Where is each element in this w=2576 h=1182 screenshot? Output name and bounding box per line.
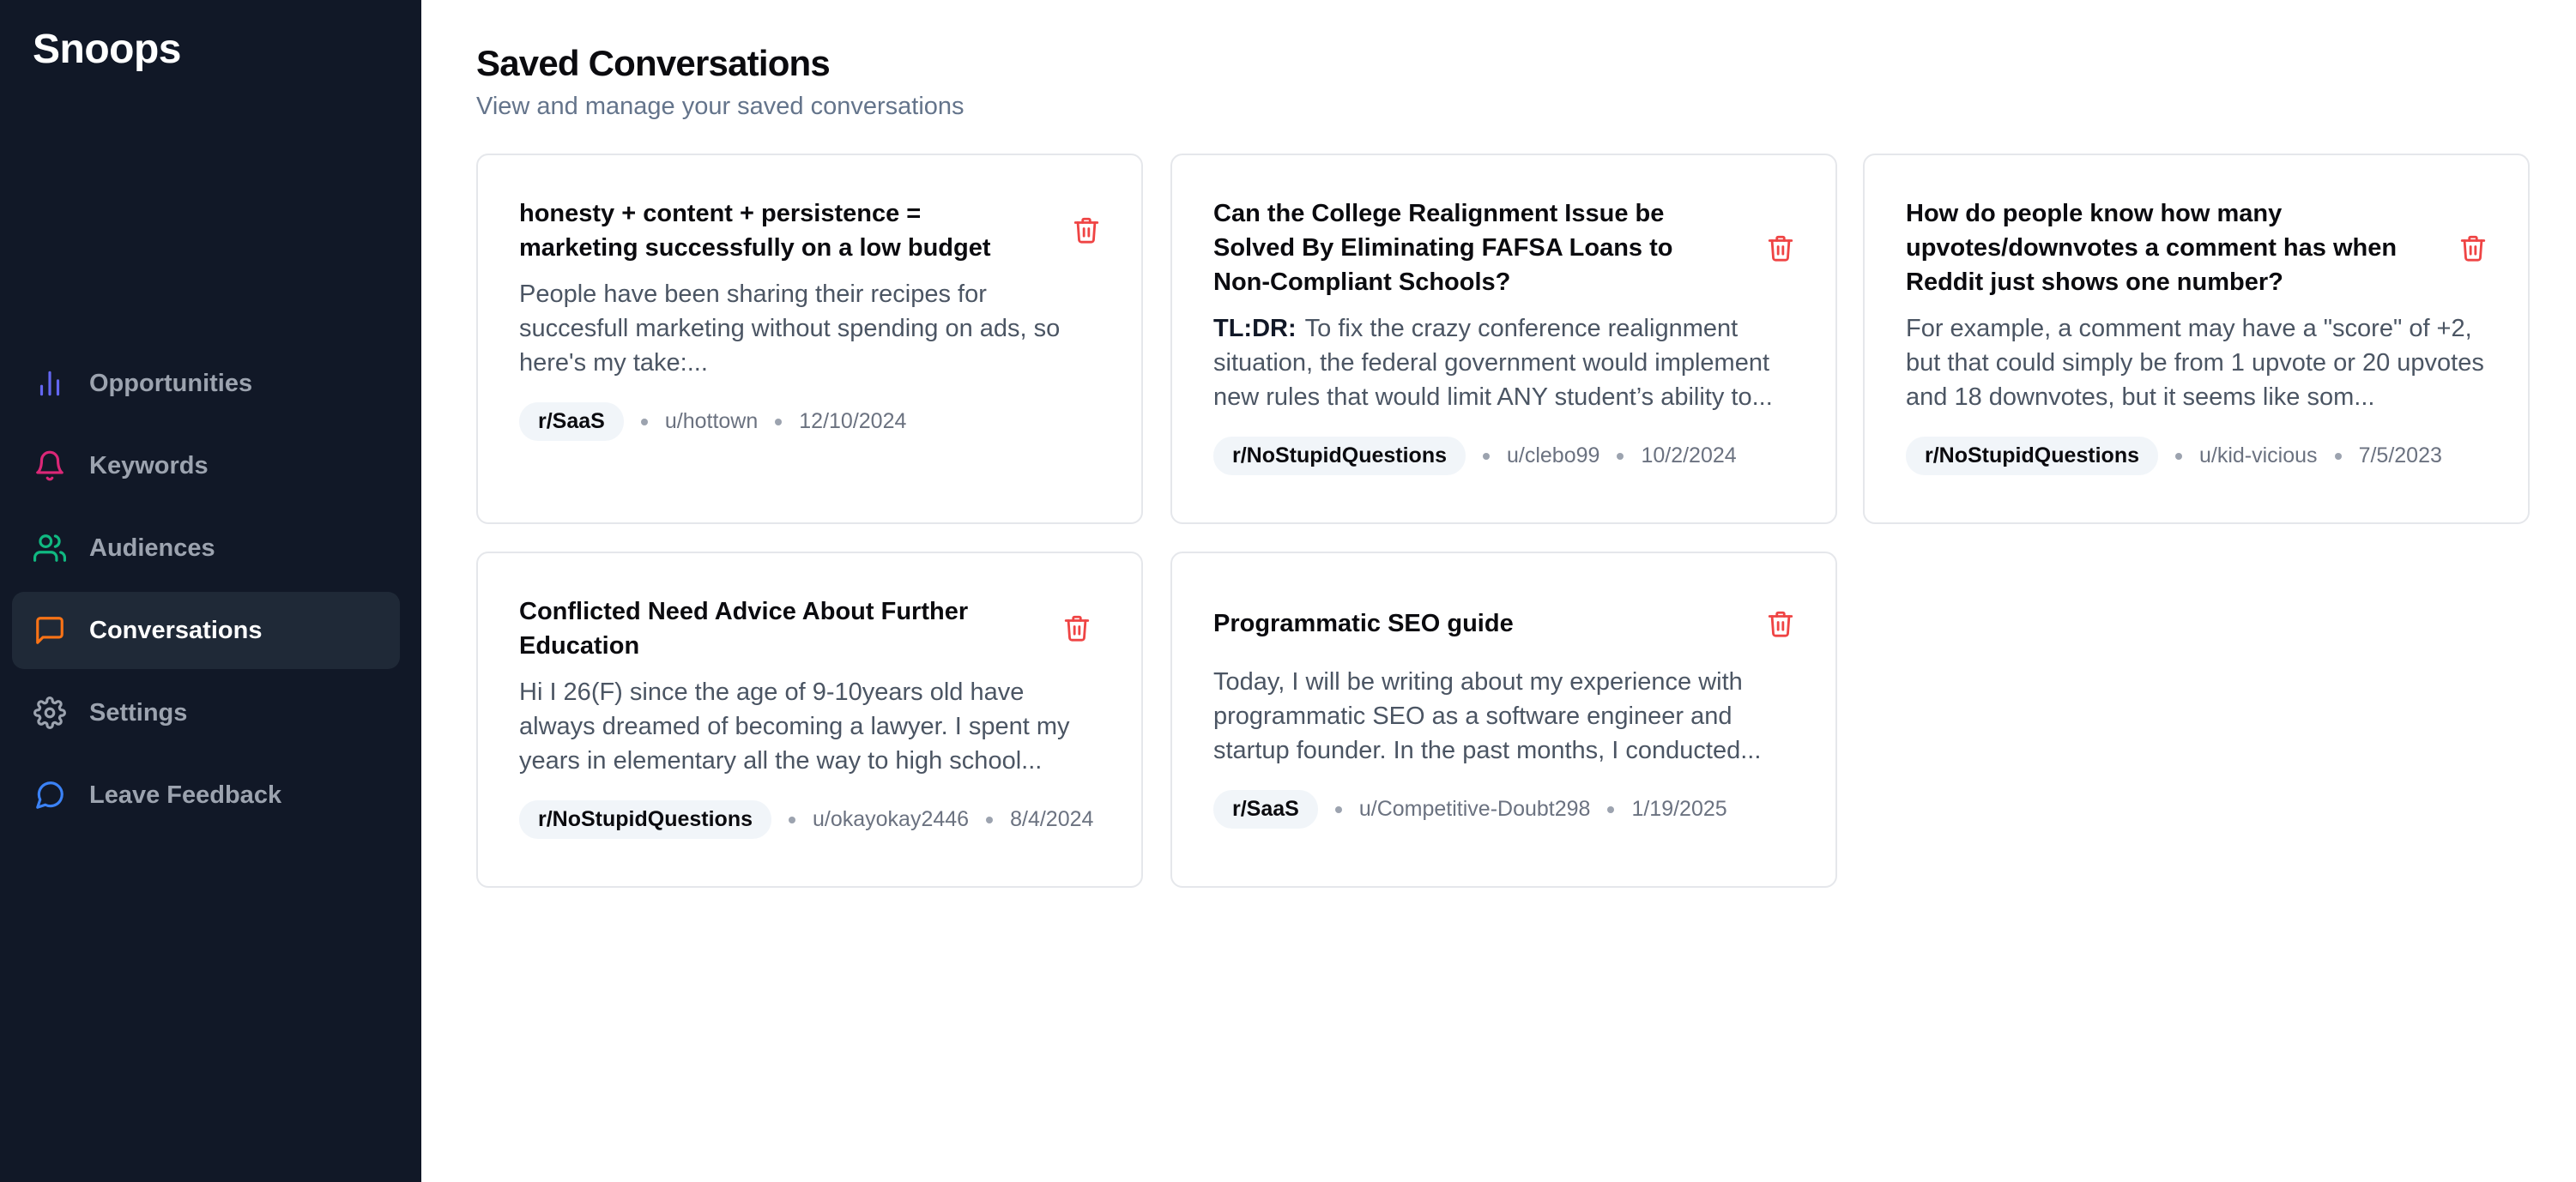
conversation-meta: r/NoStupidQuestions u/clebo99 10/2/2024 [1213,437,1794,475]
conversation-card[interactable]: How do people know how many upvotes/down… [1863,154,2530,524]
post-date: 7/5/2023 [2358,443,2442,467]
sidebar-item-keywords[interactable]: Keywords [12,427,400,504]
conversation-meta: r/NoStupidQuestions u/okayokay2446 8/4/2… [519,800,1100,839]
delete-button[interactable] [1763,231,1798,265]
conversation-card[interactable]: Conflicted Need Advice About Further Edu… [476,552,1143,888]
trash-icon [1073,217,1099,244]
subreddit-badge[interactable]: r/SaaS [519,402,624,441]
post-date: 12/10/2024 [799,409,907,433]
trash-icon [2460,235,2486,262]
sidebar: Snoops Opportunities Keywords Audiences … [0,0,421,1182]
sidebar-item-label: Keywords [89,451,209,479]
gear-icon [33,696,67,730]
brand-logo[interactable]: Snoops [33,26,182,73]
delete-button[interactable] [1060,611,1094,645]
conversation-card[interactable]: Can the College Realignment Issue be Sol… [1170,154,1837,524]
post-date: 10/2/2024 [1641,443,1737,467]
conversation-snippet-text: For example, a comment may have a "score… [1906,315,2484,411]
conversation-snippet-text: Hi I 26(F) since the age of 9-10years ol… [519,678,1070,775]
sidebar-item-label: Audiences [89,534,215,562]
main-content: Saved Conversations View and manage your… [421,0,2576,1182]
delete-button[interactable] [1763,606,1798,641]
separator-dot [789,816,795,823]
separator-dot [1617,452,1624,460]
page-subtitle: View and manage your saved conversations [476,93,964,120]
sidebar-nav: Opportunities Keywords Audiences Convers… [12,345,400,839]
delete-button[interactable] [1069,213,1104,247]
separator-dot [2334,452,2342,460]
delete-button[interactable] [2456,231,2490,265]
message-circle-icon [33,778,67,812]
conversation-meta: r/NoStupidQuestions u/kid-vicious 7/5/20… [1906,437,2487,475]
conversation-snippet: TL:DR: To fix the crazy conference realig… [1213,311,1794,414]
conversation-snippet-text: To fix the crazy conference realignment … [1213,315,1773,411]
conversation-title[interactable]: honesty + content + persistence = market… [519,196,1100,265]
conversation-snippet: Today, I will be writing about my experi… [1213,665,1794,768]
conversation-snippet-text: People have been sharing their recipes f… [519,280,1061,377]
conversation-meta: r/SaaS u/hottown 12/10/2024 [519,402,1100,441]
separator-dot [640,418,648,425]
subreddit-badge[interactable]: r/SaaS [1213,790,1318,829]
sidebar-item-opportunities[interactable]: Opportunities [12,345,400,422]
message-square-icon [33,613,67,648]
sidebar-item-label: Leave Feedback [89,781,282,809]
post-date: 1/19/2025 [1631,797,1727,821]
separator-dot [2175,452,2182,460]
post-date: 8/4/2024 [1010,807,1094,831]
sidebar-item-conversations[interactable]: Conversations [12,592,400,669]
conversation-title[interactable]: Can the College Realignment Issue be Sol… [1213,196,1794,299]
conversation-snippet: People have been sharing their recipes f… [519,277,1100,380]
conversation-title[interactable]: How do people know how many upvotes/down… [1906,196,2487,299]
separator-dot [1607,805,1615,813]
author-username[interactable]: u/clebo99 [1507,443,1599,468]
tldr-label: TL:DR: [1213,315,1297,342]
separator-dot [775,418,783,425]
separator-dot [1334,805,1342,813]
subreddit-badge[interactable]: r/NoStupidQuestions [519,800,771,839]
conversation-card[interactable]: honesty + content + persistence = market… [476,154,1143,524]
conversation-snippet-text: Today, I will be writing about my experi… [1213,668,1762,764]
sidebar-item-label: Settings [89,698,188,727]
subreddit-badge[interactable]: r/NoStupidQuestions [1906,437,2158,475]
trash-icon [1768,235,1793,262]
sidebar-item-audiences[interactable]: Audiences [12,510,400,587]
author-username[interactable]: u/hottown [665,409,758,434]
users-icon [33,531,67,565]
sidebar-item-leave-feedback[interactable]: Leave Feedback [12,757,400,834]
conversation-card[interactable]: Programmatic SEO guide Today, I will be … [1170,552,1837,888]
conversation-snippet: For example, a comment may have a "score… [1906,311,2487,414]
conversation-title[interactable]: Programmatic SEO guide [1213,606,1794,641]
author-username[interactable]: u/Competitive-Doubt298 [1359,797,1591,822]
subreddit-badge[interactable]: r/NoStupidQuestions [1213,437,1466,475]
author-username[interactable]: u/kid-vicious [2199,443,2318,468]
conversation-meta: r/SaaS u/Competitive-Doubt298 1/19/2025 [1213,790,1794,829]
separator-dot [1483,452,1490,460]
page-title: Saved Conversations [476,43,831,83]
author-username[interactable]: u/okayokay2446 [813,807,969,832]
conversation-snippet: Hi I 26(F) since the age of 9-10years ol… [519,675,1100,778]
sidebar-item-label: Opportunities [89,369,253,397]
trash-icon [1064,615,1090,642]
trash-icon [1768,611,1793,637]
sidebar-item-label: Conversations [89,616,263,644]
separator-dot [986,816,994,823]
sidebar-item-settings[interactable]: Settings [12,674,400,751]
bar-chart-icon [33,366,67,401]
conversation-title[interactable]: Conflicted Need Advice About Further Edu… [519,594,1100,663]
bell-icon [33,449,67,483]
